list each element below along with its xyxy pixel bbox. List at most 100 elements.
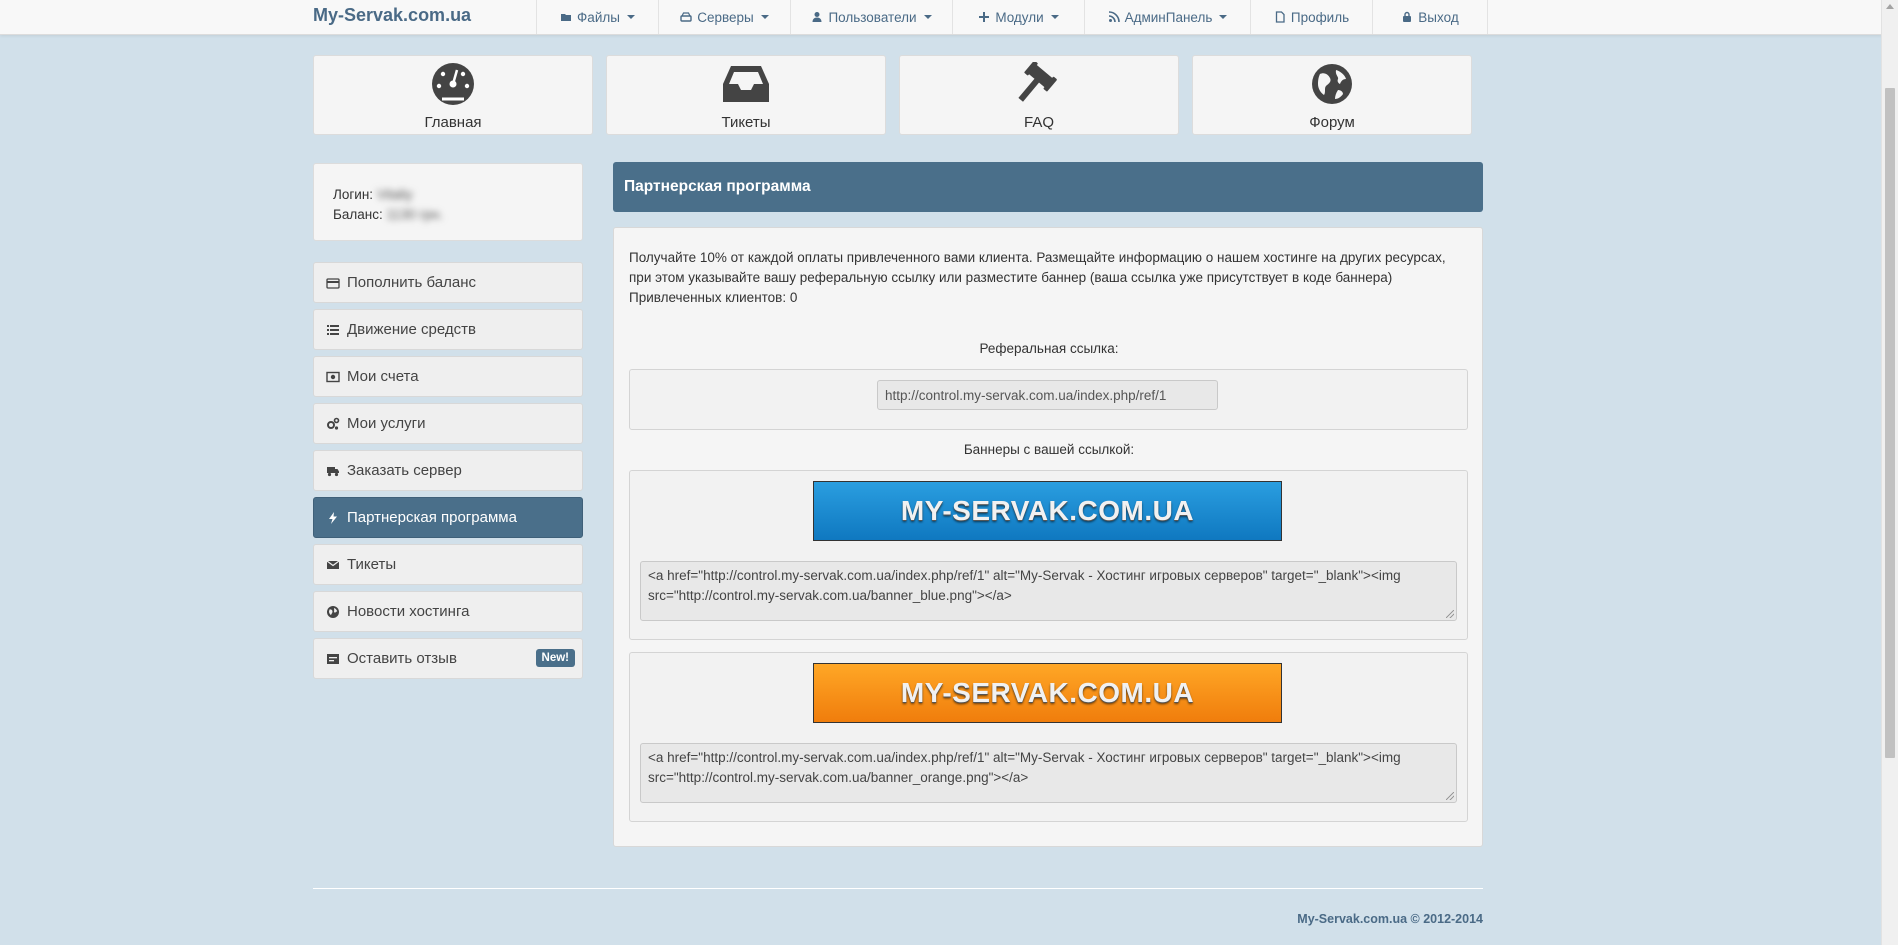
banner-orange-code-text: <a href="http://control.my-servak.com.ua… <box>648 750 1401 785</box>
tile-tickets-label: Тикеты <box>721 114 771 131</box>
chevron-down-icon <box>626 15 635 19</box>
sidebar-item-tickets[interactable]: Тикеты <box>313 544 583 585</box>
banner-orange-code[interactable]: <a href="http://control.my-servak.com.ua… <box>640 743 1457 803</box>
banner-blue-image[interactable]: MY-SERVAK.COM.UA <box>813 481 1282 541</box>
balance-row: Баланс: 1130 грн. <box>333 205 582 225</box>
sidebar-item-top-up[interactable]: Пополнить баланс <box>313 262 583 303</box>
ref-link-label: Реферальная ссылка: <box>979 341 1119 356</box>
nav-modules-label: Модули <box>995 9 1044 25</box>
nav-profile[interactable]: Профиль <box>1250 0 1372 34</box>
brand-logo[interactable]: My-Servak.com.ua <box>313 5 471 26</box>
top-navbar: My-Servak.com.ua Файлы Серверы Пользоват… <box>0 0 1882 35</box>
bolt-icon <box>329 511 337 524</box>
nav-servers[interactable]: Серверы <box>658 0 790 34</box>
chevron-down-icon <box>1219 15 1228 19</box>
globe-icon <box>327 605 339 618</box>
cogs-icon <box>327 417 340 430</box>
tile-forum[interactable]: Форум <box>1192 55 1472 135</box>
nav-files-label: Файлы <box>577 9 620 25</box>
dashboard-icon <box>432 63 474 105</box>
banner-blue-code[interactable]: <a href="http://control.my-servak.com.ua… <box>640 561 1457 621</box>
user-icon <box>812 12 822 22</box>
login-row: Логин: Vitaliy <box>333 185 582 205</box>
tile-faq[interactable]: FAQ <box>899 55 1179 135</box>
plus-icon <box>979 12 990 22</box>
login-value: Vitaliy <box>376 187 413 202</box>
nav-servers-label: Серверы <box>697 9 754 25</box>
page-scrollbar[interactable] <box>1881 0 1898 945</box>
inbox-icon <box>723 66 769 102</box>
chevron-down-icon <box>760 15 769 19</box>
sidebar-item-feedback[interactable]: Оставить отзыв New! <box>313 638 583 679</box>
description-text: Получайте 10% от каждой оплаты привлечен… <box>629 250 1446 285</box>
nav-users-label: Пользователи <box>828 9 917 25</box>
tile-forum-label: Форум <box>1309 114 1355 131</box>
envelope-icon <box>326 560 340 569</box>
balance-value: 1130 грн. <box>386 207 443 222</box>
folder-icon <box>561 14 572 21</box>
user-info-box: Логин: Vitaliy Баланс: 1130 грн. <box>313 163 583 241</box>
sidebar-item-news[interactable]: Новости хостинга <box>313 591 583 632</box>
document-icon <box>1275 11 1285 23</box>
tile-tickets[interactable]: Тикеты <box>606 55 886 135</box>
banner-blue-code-text: <a href="http://control.my-servak.com.ua… <box>648 568 1401 603</box>
sidebar-item-label: Партнерская программа <box>347 509 517 526</box>
nav-files[interactable]: Файлы <box>536 0 658 34</box>
partner-program-panel: Получайте 10% от каждой оплаты привлечен… <box>613 227 1483 847</box>
comment-icon <box>327 653 339 664</box>
sidebar-item-transactions[interactable]: Движение средств <box>313 309 583 350</box>
ref-link-box <box>629 369 1468 430</box>
panel-title: Партнерская программа <box>613 162 1483 212</box>
referred-clients-count: Привлеченных клиентов: 0 <box>629 290 798 305</box>
banners-label: Баннеры с вашей ссылкой: <box>963 442 1135 457</box>
truck-icon <box>327 466 339 476</box>
scroll-up-arrow-icon[interactable] <box>1886 4 1894 9</box>
sidebar-item-label: Тикеты <box>347 556 397 573</box>
banner-box-blue: MY-SERVAK.COM.UA <a href="http://control… <box>629 470 1468 640</box>
nav-logout[interactable]: Выход <box>1372 0 1488 34</box>
nav-adminpanel[interactable]: АдминПанель <box>1084 0 1250 34</box>
banner-box-orange: MY-SERVAK.COM.UA <a href="http://control… <box>629 652 1468 822</box>
sidebar-item-invoices[interactable]: Мои счета <box>313 356 583 397</box>
chevron-down-icon <box>923 15 932 19</box>
sidebar-item-label: Заказать сервер <box>347 462 462 479</box>
money-icon <box>326 371 340 382</box>
rss-icon <box>1108 11 1120 23</box>
footer-divider <box>313 888 1483 889</box>
banner-orange-image[interactable]: MY-SERVAK.COM.UA <box>813 663 1282 723</box>
sidebar-item-label: Пополнить баланс <box>347 274 476 291</box>
footer-copyright: My-Servak.com.ua © 2012-2014 <box>1297 912 1483 926</box>
resize-grip-icon[interactable] <box>1446 610 1454 618</box>
tile-home[interactable]: Главная <box>313 55 593 135</box>
new-badge: New! <box>535 649 575 667</box>
nav-logout-label: Выход <box>1418 9 1459 25</box>
sidebar-item-label: Движение средств <box>347 321 477 338</box>
balance-label: Баланс: <box>333 207 383 222</box>
sidebar-item-services[interactable]: Мои услуги <box>313 403 583 444</box>
scrollbar-thumb[interactable] <box>1885 88 1895 758</box>
list-icon <box>327 324 339 335</box>
program-description: Получайте 10% от каждой оплаты привлечен… <box>629 248 1449 308</box>
nav-adminpanel-label: АдминПанель <box>1124 9 1213 25</box>
globe-icon <box>1312 64 1352 104</box>
hdd-icon <box>680 12 692 22</box>
sidebar-item-label: Мои счета <box>347 368 419 385</box>
nav-profile-label: Профиль <box>1290 9 1350 25</box>
sidebar-item-label: Новости хостинга <box>347 603 470 620</box>
lock-icon <box>1403 11 1412 22</box>
gavel-icon <box>1018 62 1057 102</box>
sidebar-item-label: Оставить отзыв <box>347 650 457 667</box>
login-label: Логин: <box>333 187 374 202</box>
main-nav: Файлы Серверы Пользователи Модули АдминП… <box>536 0 1488 34</box>
chevron-down-icon <box>1050 15 1059 19</box>
nav-modules[interactable]: Модули <box>952 0 1084 34</box>
sidebar-item-partner-program[interactable]: Партнерская программа <box>313 497 583 538</box>
credit-card-icon <box>326 277 340 289</box>
sidebar-item-order-server[interactable]: Заказать сервер <box>313 450 583 491</box>
nav-users[interactable]: Пользователи <box>790 0 952 34</box>
ref-link-input[interactable] <box>877 380 1218 410</box>
sidebar-item-label: Мои услуги <box>347 415 426 432</box>
resize-grip-icon[interactable] <box>1446 792 1454 800</box>
tile-faq-label: FAQ <box>1023 114 1054 131</box>
tile-home-label: Главная <box>424 114 482 131</box>
